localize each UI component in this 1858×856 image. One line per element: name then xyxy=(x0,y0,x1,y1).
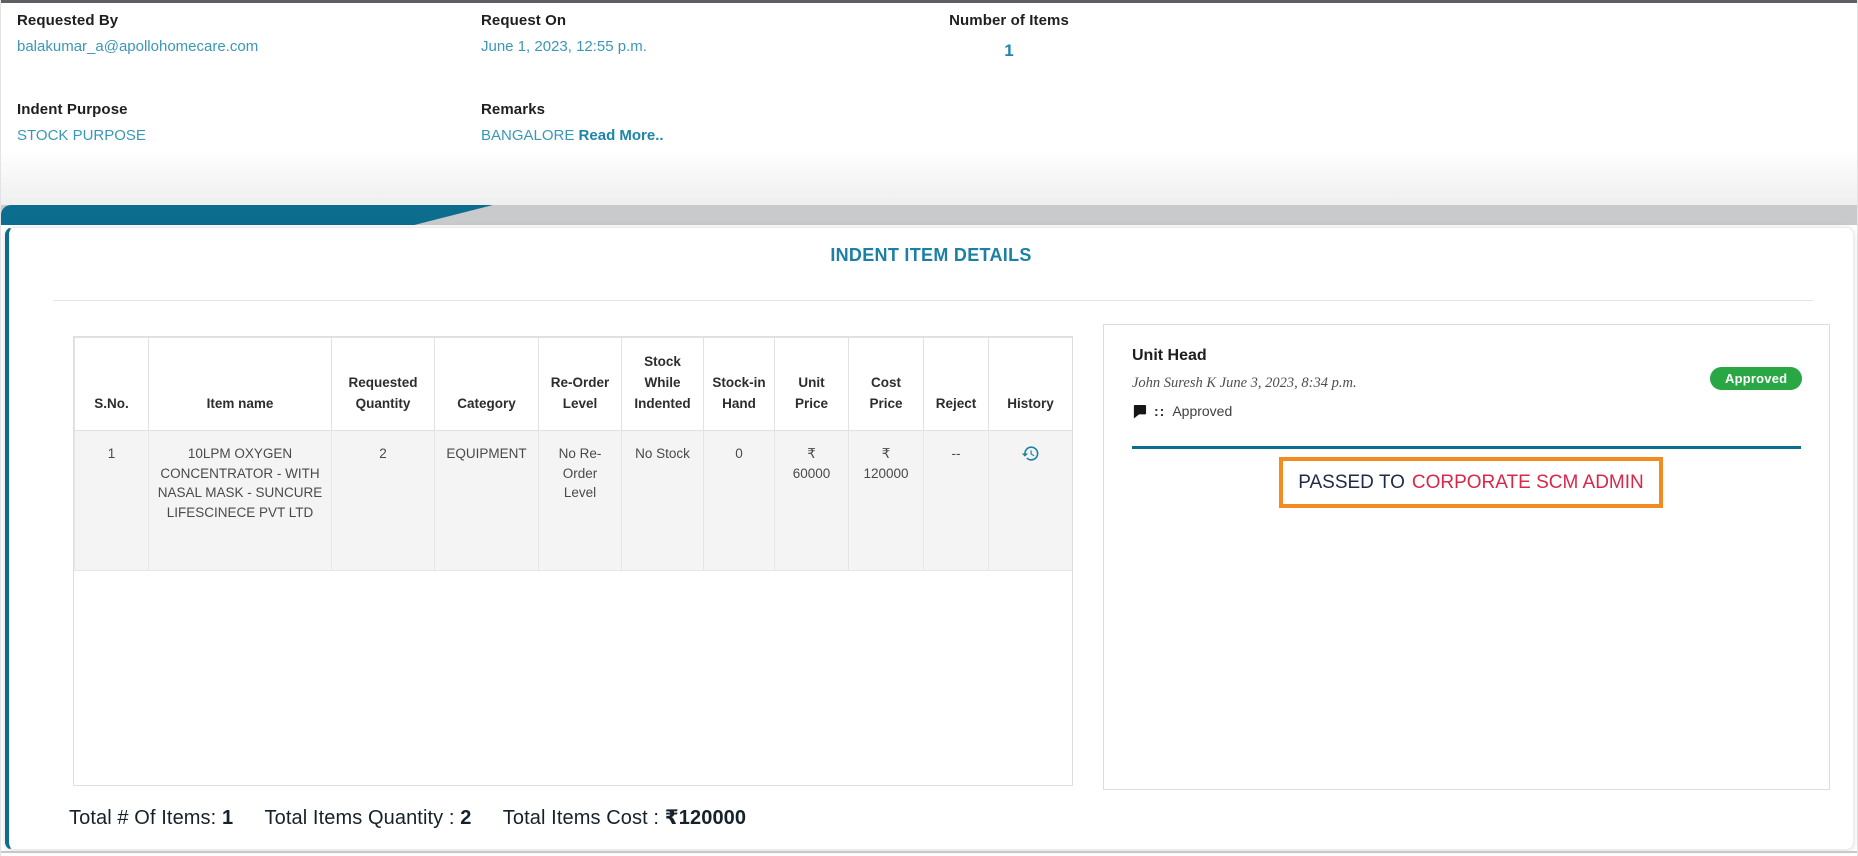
comment-text: Approved xyxy=(1172,403,1233,419)
indent-detail-page: Requested By balakumar_a@apollohomecare.… xyxy=(0,0,1858,856)
table-header-row: S.No. Item name Requested Quantity Categ… xyxy=(74,337,1072,431)
remarks-label: Remarks xyxy=(481,101,546,118)
cell-history xyxy=(988,430,1072,571)
col-header-item-name: Item name xyxy=(148,337,332,431)
remarks-value: BANGALORE xyxy=(481,127,575,144)
cost-price-currency: ₹ xyxy=(881,446,891,461)
page-title: INDENT ITEM DETAILS xyxy=(830,245,1032,265)
items-table-container[interactable]: S.No. Item name Requested Quantity Categ… xyxy=(73,336,1073,786)
total-cost-value: ₹120000 xyxy=(664,807,747,829)
total-quantity: Total Items Quantity : 2 xyxy=(264,807,472,829)
requested-by-field: Requested By balakumar_a@apollohomecare.… xyxy=(17,12,258,55)
cell-unit-price: ₹ 60000 xyxy=(774,430,849,571)
comment-colons: :: xyxy=(1154,403,1166,419)
approval-comment-row: :: Approved xyxy=(1132,403,1232,419)
indent-purpose-label: Indent Purpose xyxy=(17,101,128,118)
history-restore-icon[interactable] xyxy=(1021,444,1040,463)
requested-by-value: balakumar_a@apollohomecare.com xyxy=(17,38,259,55)
cell-stock-while-indented: No Stock xyxy=(621,430,704,571)
col-header-cost-price: Cost Price xyxy=(848,337,924,431)
cell-requested-quantity: 2 xyxy=(331,430,435,571)
divider-band xyxy=(1,205,1857,225)
total-items: Total # Of Items: 1 xyxy=(69,807,234,829)
table-row: 1 10LPM OXYGEN CONCENTRATOR - WITH NASAL… xyxy=(74,430,1072,571)
col-header-history: History xyxy=(988,337,1072,431)
status-badge: Approved xyxy=(1710,367,1803,390)
col-header-stock-while-indented: Stock While Indented xyxy=(621,337,704,431)
approval-panel: Unit Head John Suresh K June 3, 2023, 8:… xyxy=(1103,324,1830,790)
cell-reject: -- xyxy=(923,430,989,571)
indent-purpose-field: Indent Purpose STOCK PURPOSE xyxy=(17,101,146,144)
number-of-items-field: Number of Items 1 xyxy=(929,12,1089,61)
comment-bubble-icon xyxy=(1132,404,1147,419)
cell-stock-in-hand: 0 xyxy=(703,430,775,571)
col-header-sno: S.No. xyxy=(74,337,149,431)
col-header-reject: Reject xyxy=(923,337,989,431)
cell-cost-price: ₹ 120000 xyxy=(848,430,924,571)
col-header-requested-quantity: Requested Quantity xyxy=(331,337,435,431)
cell-sno: 1 xyxy=(74,430,149,571)
cell-item-name: 10LPM OXYGEN CONCENTRATOR - WITH NASAL M… xyxy=(148,430,332,571)
title-divider xyxy=(53,300,1813,301)
request-on-label: Request On xyxy=(481,12,567,29)
total-quantity-value: 2 xyxy=(460,807,472,829)
total-items-value: 1 xyxy=(221,807,234,829)
approver-role: Unit Head xyxy=(1132,347,1207,364)
items-table: S.No. Item name Requested Quantity Categ… xyxy=(74,337,1072,571)
request-on-value: June 1, 2023, 12:55 p.m. xyxy=(481,38,647,55)
cell-category: EQUIPMENT xyxy=(434,430,539,571)
total-cost: Total Items Cost : ₹120000 xyxy=(502,807,747,829)
request-on-field: Request On June 1, 2023, 12:55 p.m. xyxy=(481,12,647,55)
passed-to-label: PASSED TO xyxy=(1298,471,1405,493)
approver-byline: John Suresh K June 3, 2023, 8:34 p.m. xyxy=(1132,375,1357,391)
unit-price-currency: ₹ xyxy=(807,446,816,461)
cell-reorder-level: No Re-Order Level xyxy=(538,430,622,571)
unit-price-amount: 60000 xyxy=(792,465,831,481)
teal-wedge-decoration xyxy=(1,205,493,225)
remarks-field: Remarks BANGALORE Read More.. xyxy=(481,101,664,144)
indent-purpose-value: STOCK PURPOSE xyxy=(17,127,146,144)
indent-summary-panel: Requested By balakumar_a@apollohomecare.… xyxy=(1,3,1857,205)
passed-to-value: CORPORATE SCM ADMIN xyxy=(1411,471,1644,493)
read-more-link[interactable]: Read More.. xyxy=(579,127,664,144)
col-header-stock-in-hand: Stock-in Hand xyxy=(703,337,775,431)
approval-divider xyxy=(1132,446,1801,449)
number-of-items-label: Number of Items xyxy=(949,12,1069,29)
page-bottom-divider xyxy=(1,851,1857,853)
requested-by-label: Requested By xyxy=(17,12,119,29)
passed-to-box: PASSED TO CORPORATE SCM ADMIN xyxy=(1279,457,1663,508)
col-header-unit-price: Unit Price xyxy=(774,337,849,431)
col-header-reorder-level: Re-Order Level xyxy=(538,337,622,431)
totals-summary: Total # Of Items: 1 Total Items Quantity… xyxy=(69,805,772,830)
col-header-category: Category xyxy=(434,337,539,431)
cost-price-amount: 120000 xyxy=(863,465,909,481)
indent-item-details-card: INDENT ITEM DETAILS S.No. Item name Requ… xyxy=(5,227,1854,850)
number-of-items-value: 1 xyxy=(1004,41,1014,60)
